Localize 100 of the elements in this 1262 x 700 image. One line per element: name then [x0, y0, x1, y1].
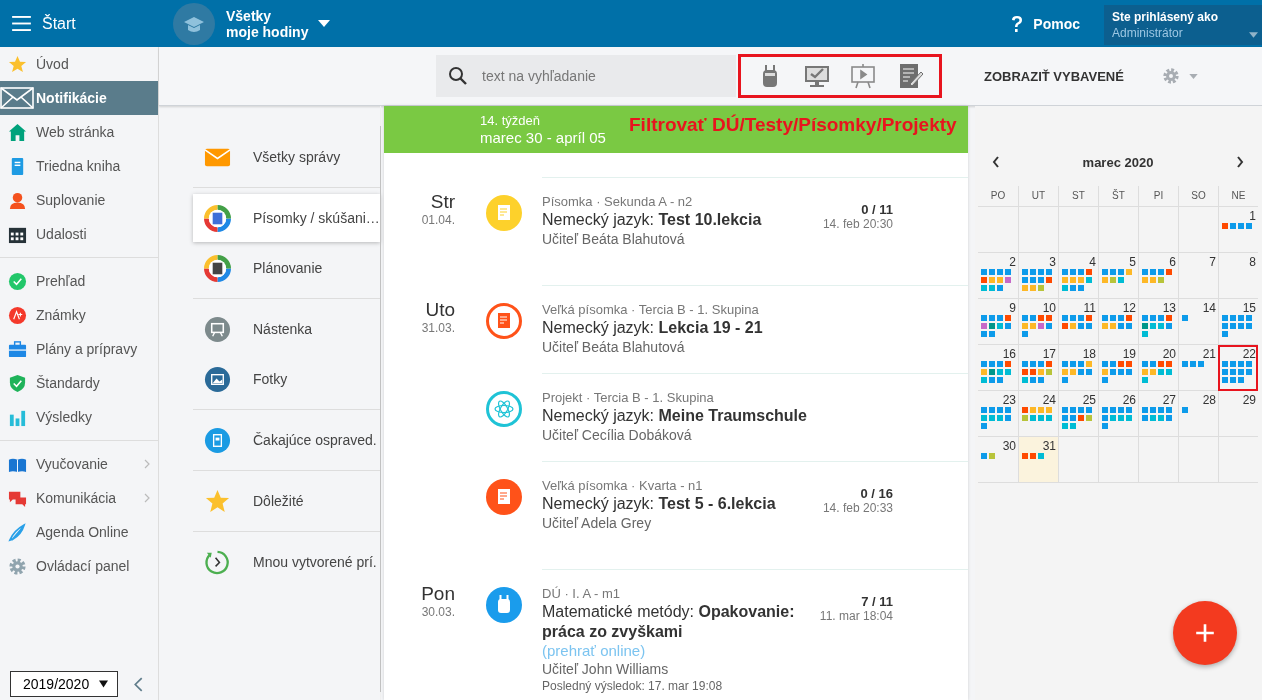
calendar-day[interactable]: 1 [1218, 207, 1258, 253]
sidebar-item[interactable]: Vyučovanie [0, 447, 158, 481]
start-label[interactable]: Štart [42, 14, 76, 33]
weekday-label: ST [1058, 186, 1098, 207]
help-icon[interactable] [1011, 14, 1024, 33]
collapse-icon[interactable] [134, 676, 143, 692]
calendar-day[interactable]: 31 [1018, 437, 1058, 483]
submission-count: 0 / 16 [860, 486, 893, 501]
weekday-label: ŠT [1098, 186, 1138, 207]
sidebar-item[interactable]: Známky [0, 298, 158, 332]
course-selector[interactable]: Všetky moje hodiny [226, 7, 309, 40]
item-title[interactable]: Nemecký jazyk: Test 5 - 6.lekcia [542, 494, 801, 514]
calendar-icon [204, 254, 231, 282]
calendar-day[interactable]: 23 [978, 391, 1018, 437]
sidebar-item[interactable]: Komunikácia [0, 481, 158, 515]
search-field[interactable]: text na vyhľadanie [480, 67, 724, 85]
year-select[interactable]: 2019/2020 [10, 671, 118, 697]
weekday-label: UT [1018, 186, 1058, 207]
sidebar-label: Agenda Online [36, 524, 129, 540]
calendar-day[interactable]: 20 [1138, 345, 1178, 391]
next-icon[interactable] [1236, 156, 1244, 168]
category-label: Fotky [253, 371, 288, 387]
sidebar-item[interactable]: Notifikácie [0, 81, 158, 115]
item-title[interactable]: Nemecký jazyk: Lekcia 19 - 21 [542, 318, 893, 338]
day-date: 31.03. [421, 321, 455, 335]
calendar-day[interactable]: 19 [1098, 345, 1138, 391]
sidebar-item[interactable]: Triedna kniha [0, 149, 158, 183]
sidebar-item[interactable]: Suplovanie [0, 183, 158, 217]
board-icon [204, 315, 231, 343]
category-item[interactable]: Čakajúce ospraved. [193, 416, 380, 464]
sidebar-item[interactable]: Plány a prípravy [0, 332, 158, 366]
calendar-day[interactable]: 25 [1058, 391, 1098, 437]
calendar-day[interactable]: 12 [1098, 299, 1138, 345]
calendar-day[interactable]: 9 [978, 299, 1018, 345]
calendar-day[interactable]: 7 [1178, 253, 1218, 299]
empty-day [1058, 437, 1098, 483]
search-bar[interactable]: text na vyhľadanie [436, 55, 736, 97]
category-item[interactable]: Písomky / skúšani… [193, 194, 380, 242]
sidebar-label: Triedna kniha [36, 158, 121, 174]
sidebar-item[interactable]: Štandardy [0, 366, 158, 400]
calendar-day[interactable]: 4 [1058, 253, 1098, 299]
show-done-button[interactable]: ZOBRAZIŤ VYBAVENÉ [984, 68, 1124, 84]
house-icon [8, 122, 27, 142]
item-title[interactable]: Nemecký jazyk: Test 10.lekcia [542, 210, 801, 230]
user-menu[interactable]: Ste prihlásený ako Administrátor [1104, 4, 1262, 45]
sidebar-item[interactable]: Výsledky [0, 400, 158, 434]
calendar-day[interactable]: 16 [978, 345, 1018, 391]
category-label: Dôležité [253, 493, 304, 509]
category-item[interactable]: Nástenka [193, 305, 380, 353]
calendar-day[interactable]: 3 [1018, 253, 1058, 299]
weekday-label: PO [978, 186, 1018, 207]
chevron-icon [144, 493, 150, 503]
chevron-icon [144, 459, 150, 469]
calendar-day[interactable]: 6 [1138, 253, 1178, 299]
category-item[interactable]: Fotky [193, 355, 380, 403]
calendar-day[interactable]: 27 [1138, 391, 1178, 437]
calendar-day[interactable]: 14 [1178, 299, 1218, 345]
calendar-day[interactable]: 8 [1218, 253, 1258, 299]
help-link[interactable]: Pomoc [1033, 15, 1080, 32]
sidebar-label: Úvod [36, 56, 69, 72]
item-meta: Veľká písomka · Tercia B - 1. Skupina [542, 302, 760, 318]
sidebar-label: Ovládací panel [36, 558, 130, 574]
calendar-day[interactable]: 21 [1178, 345, 1218, 391]
calendar-day[interactable]: 15 [1218, 299, 1258, 345]
sidebar-item[interactable]: Prehľad [0, 264, 158, 298]
calendar-day[interactable]: 28 [1178, 391, 1218, 437]
item-title[interactable]: Nemecký jazyk: Meine Traumschule [542, 406, 893, 426]
category-item[interactable]: Plánovanie [193, 244, 380, 292]
item-teacher: Učiteľ Cecília Dobáková [542, 426, 693, 444]
calendar-day[interactable]: 10 [1018, 299, 1058, 345]
calendar-day[interactable]: 24 [1018, 391, 1058, 437]
category-item[interactable]: Dôležité [193, 477, 380, 525]
day-name: Uto [425, 299, 455, 321]
settings-icon[interactable] [1161, 67, 1180, 85]
category-item[interactable]: Všetky správy [193, 133, 380, 181]
settings-icon [8, 556, 27, 576]
caret-icon[interactable] [318, 20, 331, 27]
menu-icon[interactable] [12, 16, 31, 31]
sidebar-item[interactable]: Udalosti [0, 217, 158, 251]
category-item[interactable]: Mnou vytvorené prí. [193, 538, 380, 586]
calendar-day[interactable]: 5 [1098, 253, 1138, 299]
calendar-day[interactable]: 29 [1218, 391, 1258, 437]
sidebar-item[interactable]: Agenda Online [0, 515, 158, 549]
calendar-day[interactable]: 26 [1098, 391, 1138, 437]
scrollbar[interactable] [379, 106, 381, 700]
calendar-day[interactable]: 13 [1138, 299, 1178, 345]
sidebar-item[interactable]: Úvod [0, 47, 158, 81]
sidebar-item[interactable]: Ovládací panel [0, 549, 158, 583]
calendar-day[interactable]: 18 [1058, 345, 1098, 391]
sidebar-item[interactable]: Web stránka [0, 115, 158, 149]
sidebar-label: Web stránka [36, 124, 115, 140]
item-title[interactable]: Matematické metódy: Opakovanie: práca zo zvyškami [542, 602, 801, 642]
calendar-day[interactable]: 2 [978, 253, 1018, 299]
previous-icon[interactable] [992, 156, 1000, 168]
monitor-icon [803, 63, 830, 89]
calendar-day[interactable]: 11 [1058, 299, 1098, 345]
calendar-day[interactable]: 22 [1218, 345, 1258, 391]
item-meta: Písomka · Sekunda A - n2 [542, 194, 694, 210]
calendar-day[interactable]: 17 [1018, 345, 1058, 391]
plus-icon [1194, 622, 1216, 644]
